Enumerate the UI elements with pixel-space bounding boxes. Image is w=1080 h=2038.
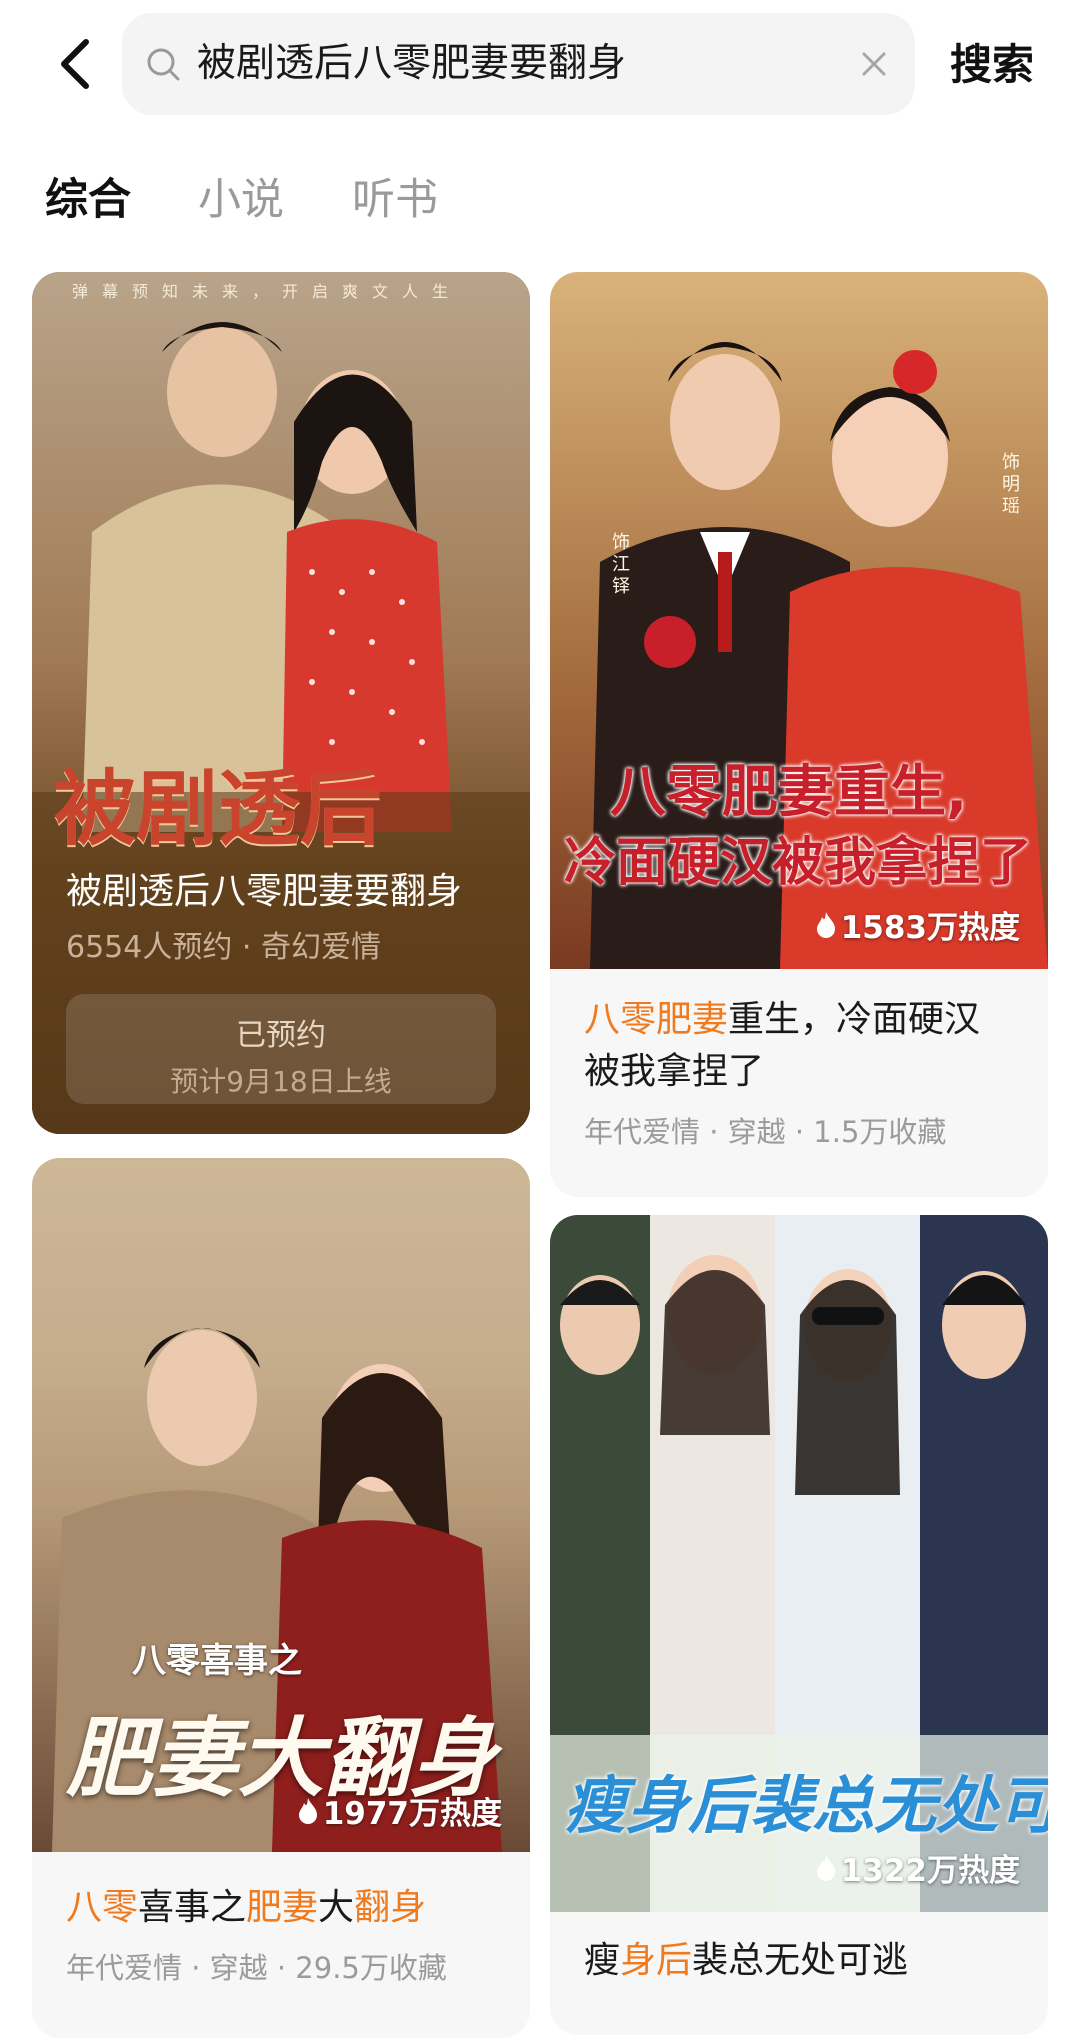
heat-badge: 1322万热度: [815, 1845, 1020, 1890]
title-text: 喜事之: [138, 1887, 247, 1928]
title-text: 裴总无处可逃: [692, 1940, 909, 1981]
title-highlight: 身后: [620, 1940, 693, 1981]
title-highlight: 八零: [66, 1887, 139, 1928]
poster-title: 瘦身后裴总无处可逃: [564, 1769, 1048, 1842]
close-icon: [862, 52, 886, 76]
poster-cast-1: 饰江铎: [612, 532, 630, 597]
tab-novel[interactable]: 小说: [198, 160, 284, 240]
reserve-note: 预计9月18日上线: [170, 1065, 392, 1098]
title-text: 大: [318, 1887, 355, 1928]
search-header: 被剧透后八零肥妻要翻身 搜索: [0, 0, 1080, 130]
title-highlight: 肥妻: [246, 1887, 319, 1928]
drama-card-3[interactable]: 八零喜事之 肥妻大翻身 1977万热度 八零喜事之肥妻大翻身 年代爱情 · 穿越…: [32, 1158, 530, 2038]
poster-subtitle: 八零喜事之: [132, 1641, 302, 1681]
drama-meta: 6554人预约 · 奇幻爱情: [66, 930, 381, 965]
title-text: 瘦: [584, 1940, 621, 1981]
reserve-button[interactable]: 已预约 预计9月18日上线: [66, 994, 496, 1104]
drama-title: 被剧透后八零肥妻要翻身: [66, 871, 463, 912]
search-input[interactable]: 被剧透后八零肥妻要翻身: [122, 13, 915, 115]
heat-value: 1977万热度: [322, 1796, 502, 1832]
search-button[interactable]: 搜索: [950, 30, 1034, 100]
drama-card-2[interactable]: 饰江铎 饰明瑶 八零肥妻重生, 冷面硬汉被我拿捏了 1583万热度 八零肥妻重生…: [550, 272, 1048, 1197]
drama-meta: 年代爱情 · 穿越 · 1.5万收藏: [584, 1115, 947, 1149]
clear-search-button[interactable]: [853, 43, 895, 85]
reserve-status: 已预约: [236, 1018, 326, 1053]
poster-tagline: 弹幕预知未来，开启爽文人生: [72, 282, 463, 301]
poster-title: 被剧透后: [54, 762, 383, 857]
search-query-text: 被剧透后八零肥妻要翻身: [197, 41, 627, 86]
poster-title-line1: 八零肥妻重生,: [610, 760, 968, 825]
tab-audiobook[interactable]: 听书: [352, 160, 438, 240]
back-button[interactable]: [50, 34, 100, 94]
heat-value: 1322万热度: [840, 1853, 1020, 1889]
category-tabs: 综合 小说 听书: [0, 160, 1080, 240]
drama-card-4[interactable]: 瘦身后裴总无处可逃 1322万热度 瘦身后裴总无处可逃: [550, 1215, 1048, 2035]
title-highlight: 翻身: [354, 1887, 427, 1928]
tab-all[interactable]: 综合: [45, 160, 131, 240]
flame-icon: [298, 1797, 317, 1824]
drama-title: 八零肥妻重生，冷面硬汉被我拿捏了: [584, 994, 1014, 1098]
flame-icon: [816, 1854, 835, 1881]
drama-meta: 年代爱情 · 穿越 · 29.5万收藏: [66, 1951, 447, 1985]
poster-title-line2: 冷面硬汉被我拿捏了: [564, 833, 1033, 893]
search-icon: [147, 48, 180, 81]
heat-badge: 1977万热度: [297, 1788, 502, 1833]
flame-icon: [816, 911, 835, 938]
drama-title: 瘦身后裴总无处可逃: [584, 1935, 1014, 1987]
heat-badge: 1583万热度: [815, 902, 1020, 947]
back-arrow-icon: [61, 39, 89, 89]
drama-card-1[interactable]: 弹幕预知未来，开启爽文人生 被剧透后 被剧透后八零肥妻要翻身 6554人预约 ·…: [32, 272, 530, 1134]
heat-value: 1583万热度: [840, 910, 1020, 946]
drama-title: 八零喜事之肥妻大翻身: [66, 1882, 496, 1934]
poster-cast-2: 饰明瑶: [1002, 452, 1020, 517]
title-highlight: 八零肥妻: [584, 999, 729, 1040]
